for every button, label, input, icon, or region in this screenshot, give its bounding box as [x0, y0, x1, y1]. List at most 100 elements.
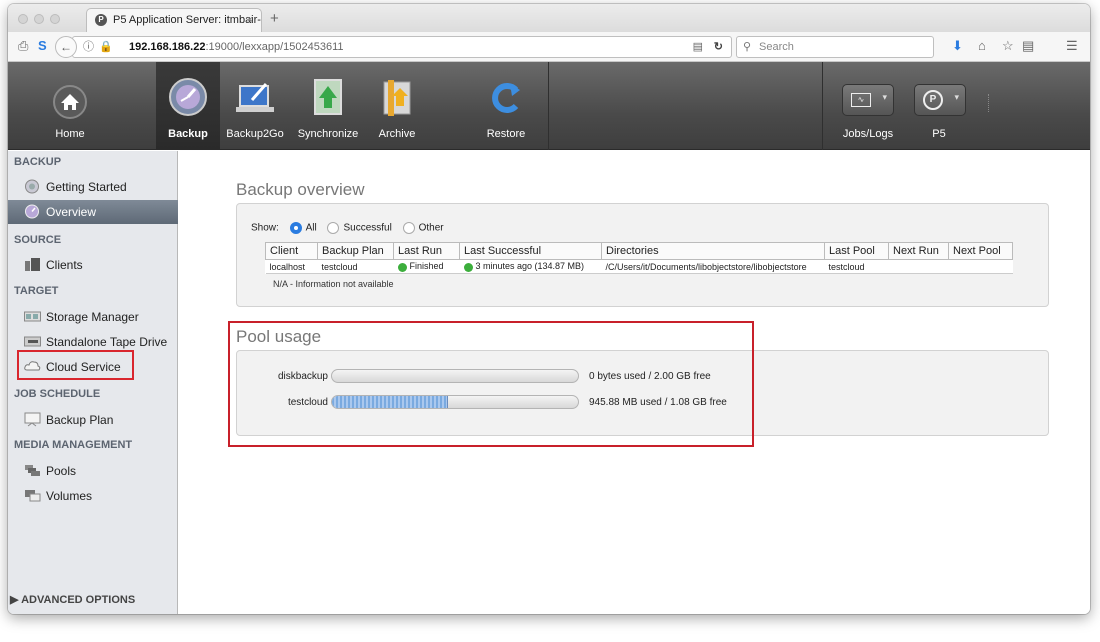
cell-next-run	[888, 259, 949, 274]
sidebar: BACKUP Getting Started Overview SOURCE C…	[8, 151, 178, 614]
home-icon[interactable]: ⌂	[978, 38, 986, 53]
search-placeholder: Search	[759, 41, 794, 53]
bookmarks-list-icon[interactable]: ▤	[1022, 38, 1034, 54]
toolbar-divider	[548, 62, 549, 150]
sidebar-item-label: Storage Manager	[46, 310, 139, 324]
browser-tab[interactable]: P P5 Application Server: itmbair- ×	[86, 8, 262, 32]
archive-icon	[383, 80, 411, 116]
pool-usage-highlight	[228, 321, 754, 447]
main-content: Backup overview Show: All Successful Oth…	[179, 151, 1090, 614]
column-header-next-run[interactable]: Next Run	[888, 242, 949, 260]
status-ok-icon	[397, 262, 407, 272]
sidebar-item-volumes[interactable]: Volumes	[8, 484, 178, 508]
toolbar-synchronize-label: Synchronize	[297, 128, 359, 140]
toolbar-backup-button[interactable]: Backup	[156, 62, 220, 150]
filter-other-radio[interactable]	[402, 222, 415, 234]
toolbar-backup2go-button[interactable]: Backup2Go	[222, 62, 288, 150]
toolbar-archive-label: Archive	[378, 128, 416, 140]
sidebar-item-label: Volumes	[46, 489, 93, 503]
toolbar-restore-label: Restore	[486, 128, 526, 140]
sidebar-item-label: Getting Started	[46, 180, 127, 194]
minimize-window-button[interactable]	[34, 14, 44, 24]
storage-manager-icon	[24, 311, 41, 322]
table-row[interactable]: localhost testcloud Finished 3 minutes a…	[265, 259, 1013, 274]
sidebar-item-backup-plan[interactable]: Backup Plan	[8, 408, 178, 432]
sidebar-item-pools[interactable]: Pools	[8, 459, 178, 483]
volumes-icon	[25, 490, 41, 502]
reader-icon[interactable]: ▤	[693, 37, 703, 57]
synchronize-icon	[314, 79, 342, 115]
backup-clock-icon	[169, 78, 207, 116]
chevron-down-icon: ▾	[954, 92, 959, 102]
url-bar[interactable]: ← ⓘ 🔒 192.168.186.22:19000/lexxapp/15024…	[55, 36, 732, 58]
toolbar-backup-label: Backup	[168, 128, 208, 140]
column-header-backup-plan[interactable]: Backup Plan	[317, 242, 394, 260]
cell-last-successful: 3 minutes ago (134.87 MB)	[459, 259, 602, 274]
tab-title: P5 Application Server: itmbair-	[113, 14, 261, 26]
filter-other-label[interactable]: Other	[419, 223, 444, 234]
back-arrow-icon[interactable]: ←	[55, 36, 77, 58]
activity-monitor-icon: ∿	[851, 93, 871, 107]
search-input[interactable]: ⚲ Search	[736, 36, 934, 58]
close-window-button[interactable]	[18, 14, 28, 24]
cell-last-run: Finished	[393, 259, 460, 274]
column-header-last-pool[interactable]: Last Pool	[824, 242, 889, 260]
cell-backup-plan: testcloud	[317, 259, 394, 274]
toolbar-p5-label: P5	[932, 128, 946, 140]
sidebar-item-getting-started[interactable]: Getting Started	[8, 175, 178, 199]
column-header-client[interactable]: Client	[265, 242, 318, 260]
filter-successful-label[interactable]: Successful	[343, 223, 391, 234]
insecure-lock-icon[interactable]: 🔒	[99, 37, 113, 57]
jobs-logs-dropdown[interactable]: ∿ ▾	[842, 84, 894, 116]
toolbar-archive-button[interactable]: Archive	[372, 62, 422, 150]
sidebar-item-label: Backup Plan	[46, 413, 114, 427]
info-icon[interactable]: ⓘ	[83, 37, 94, 57]
toolbar-jobs-logs-button[interactable]: ∿ ▾ Jobs/Logs	[830, 62, 906, 150]
column-header-last-run[interactable]: Last Run	[393, 242, 460, 260]
bookmark-star-icon[interactable]: ☆	[1002, 38, 1014, 54]
column-header-last-successful[interactable]: Last Successful	[459, 242, 602, 260]
last-successful-value: 3 minutes ago (134.87 MB)	[475, 261, 585, 272]
backup-overview-panel: Show: All Successful Other Client Backup…	[236, 203, 1049, 307]
sync-icon[interactable]: S	[38, 38, 47, 53]
toolbar-resize-handle[interactable]	[988, 94, 990, 112]
backup-overview-table: Client Backup Plan Last Run Last Success…	[265, 242, 1013, 274]
toolbar-restore-button[interactable]: Restore	[478, 62, 534, 150]
cell-client: localhost	[265, 259, 318, 274]
filter-all-radio[interactable]	[289, 222, 302, 234]
menu-icon[interactable]: ☰	[1066, 38, 1078, 54]
toolbar-divider	[822, 62, 823, 150]
new-tab-button[interactable]: +	[270, 10, 279, 27]
download-icon[interactable]: ⬇	[952, 38, 963, 54]
column-header-directories[interactable]: Directories	[601, 242, 825, 260]
reload-icon[interactable]: ↻	[714, 37, 723, 57]
zoom-window-button[interactable]	[50, 14, 60, 24]
filter-successful-radio[interactable]	[327, 222, 340, 234]
table-header-row: Client Backup Plan Last Run Last Success…	[265, 242, 1013, 260]
sidebar-item-overview[interactable]: Overview	[8, 200, 178, 224]
sidebar-item-clients[interactable]: Clients	[8, 253, 178, 277]
tab-close-icon[interactable]: ×	[247, 9, 253, 31]
p5-favicon-icon: P	[95, 14, 107, 26]
browser-window: P P5 Application Server: itmbair- × + ⎙ …	[8, 4, 1090, 614]
sidebar-section-backup: BACKUP	[14, 156, 62, 168]
backup-overview-title: Backup overview	[236, 180, 365, 199]
cell-directories: /C/Users/it/Documents/libobjectstore/lib…	[601, 259, 825, 274]
show-label: Show:	[251, 222, 279, 234]
p5-dropdown[interactable]: P ▾	[914, 84, 966, 116]
advanced-options-toggle[interactable]: ▶ ADVANCED OPTIONS	[10, 593, 135, 606]
toolbar-home-button[interactable]: Home	[42, 62, 98, 150]
print-icon[interactable]: ⎙	[18, 38, 28, 54]
url-path: :19000/lexxapp/1502453611	[205, 41, 344, 53]
column-header-next-pool[interactable]: Next Pool	[948, 242, 1013, 260]
toolbar-p5-button[interactable]: P ▾ P5	[904, 62, 974, 150]
url-host: 192.168.186.22	[129, 41, 206, 53]
filter-all-label[interactable]: All	[306, 223, 317, 234]
sidebar-item-storage-manager[interactable]: Storage Manager	[8, 305, 178, 329]
backup-plan-icon	[24, 412, 41, 427]
show-filter-row: Show: All Successful Other	[251, 222, 444, 234]
restore-icon	[492, 83, 520, 113]
na-note: N/A - Information not available	[273, 279, 394, 289]
clients-icon	[25, 258, 40, 271]
toolbar-synchronize-button[interactable]: Synchronize	[292, 62, 364, 150]
